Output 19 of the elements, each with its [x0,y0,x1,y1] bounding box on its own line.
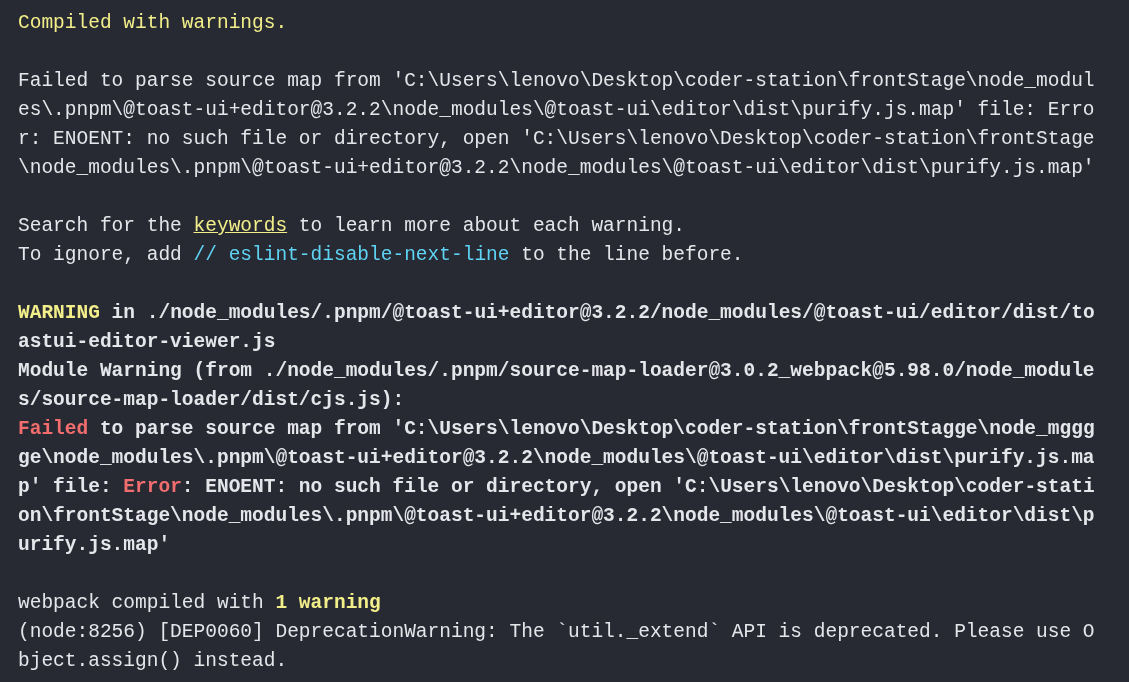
terminal-line: astui-editor-viewer.js [18,330,276,355]
terminal-line: on\frontStage\node_modules\.pnpm\@toast-ui+editor@3.2.2\node_modules\@toast-ui\editor\dist\p [18,504,1095,529]
terminal-line: p' file: Error: ENOENT: no such file or directory, open 'C:\Users\lenovo\Desktop\coder-stati [18,475,1095,500]
terminal-line: r: ENOENT: no such file or directory, open 'C:\Users\lenovo\Desktop\coder-station\frontStage [18,127,1095,152]
terminal-line: Failed to parse source map from 'C:\Users\lenovo\Desktop\coder-station\frontStagge\node_mggg [18,417,1095,442]
terminal-line: WARNING in ./node_modules/.pnpm/@toast-ui+editor@3.2.2/node_modules/@toast-ui/editor/dist/to [18,301,1095,326]
terminal-line: To ignore, add // eslint-disable-next-line to the line before. [18,243,744,268]
terminal-line: urify.js.map' [18,533,171,558]
terminal-line: webpack compiled with 1 warning [18,591,381,616]
terminal-line: es\.pnpm\@toast-ui+editor@3.2.2\node_modules\@toast-ui\editor\dist\purify.js.map' file: Erro [18,98,1095,123]
terminal-line: Search for the keywords to learn more about each warning. [18,214,686,239]
terminal-line: Module Warning (from ./node_modules/.pnpm/source-map-loader@3.0.2_webpack@5.98.0/node_module [18,359,1095,384]
terminal-line: Failed to parse source map from 'C:\Users\lenovo\Desktop\coder-station\frontStage\node_modul [18,69,1095,94]
terminal-line: bject.assign() instead. [18,649,288,674]
terminal-line: s/source-map-loader/dist/cjs.js): [18,388,405,413]
terminal-line: Compiled with warnings. [18,11,288,36]
terminal-line: (node:8256) [DEP0060] DeprecationWarning: The `util._extend` API is deprecated. Please use O [18,620,1095,645]
terminal-line: \node_modules\.pnpm\@toast-ui+editor@3.2.2\node_modules\@toast-ui\editor\dist\purify.js.map' [18,156,1095,181]
terminal-line: ge\node_modules\.pnpm\@toast-ui+editor@3.2.2\node_modules\@toast-ui\editor\dist\purify.js.ma [18,446,1095,471]
